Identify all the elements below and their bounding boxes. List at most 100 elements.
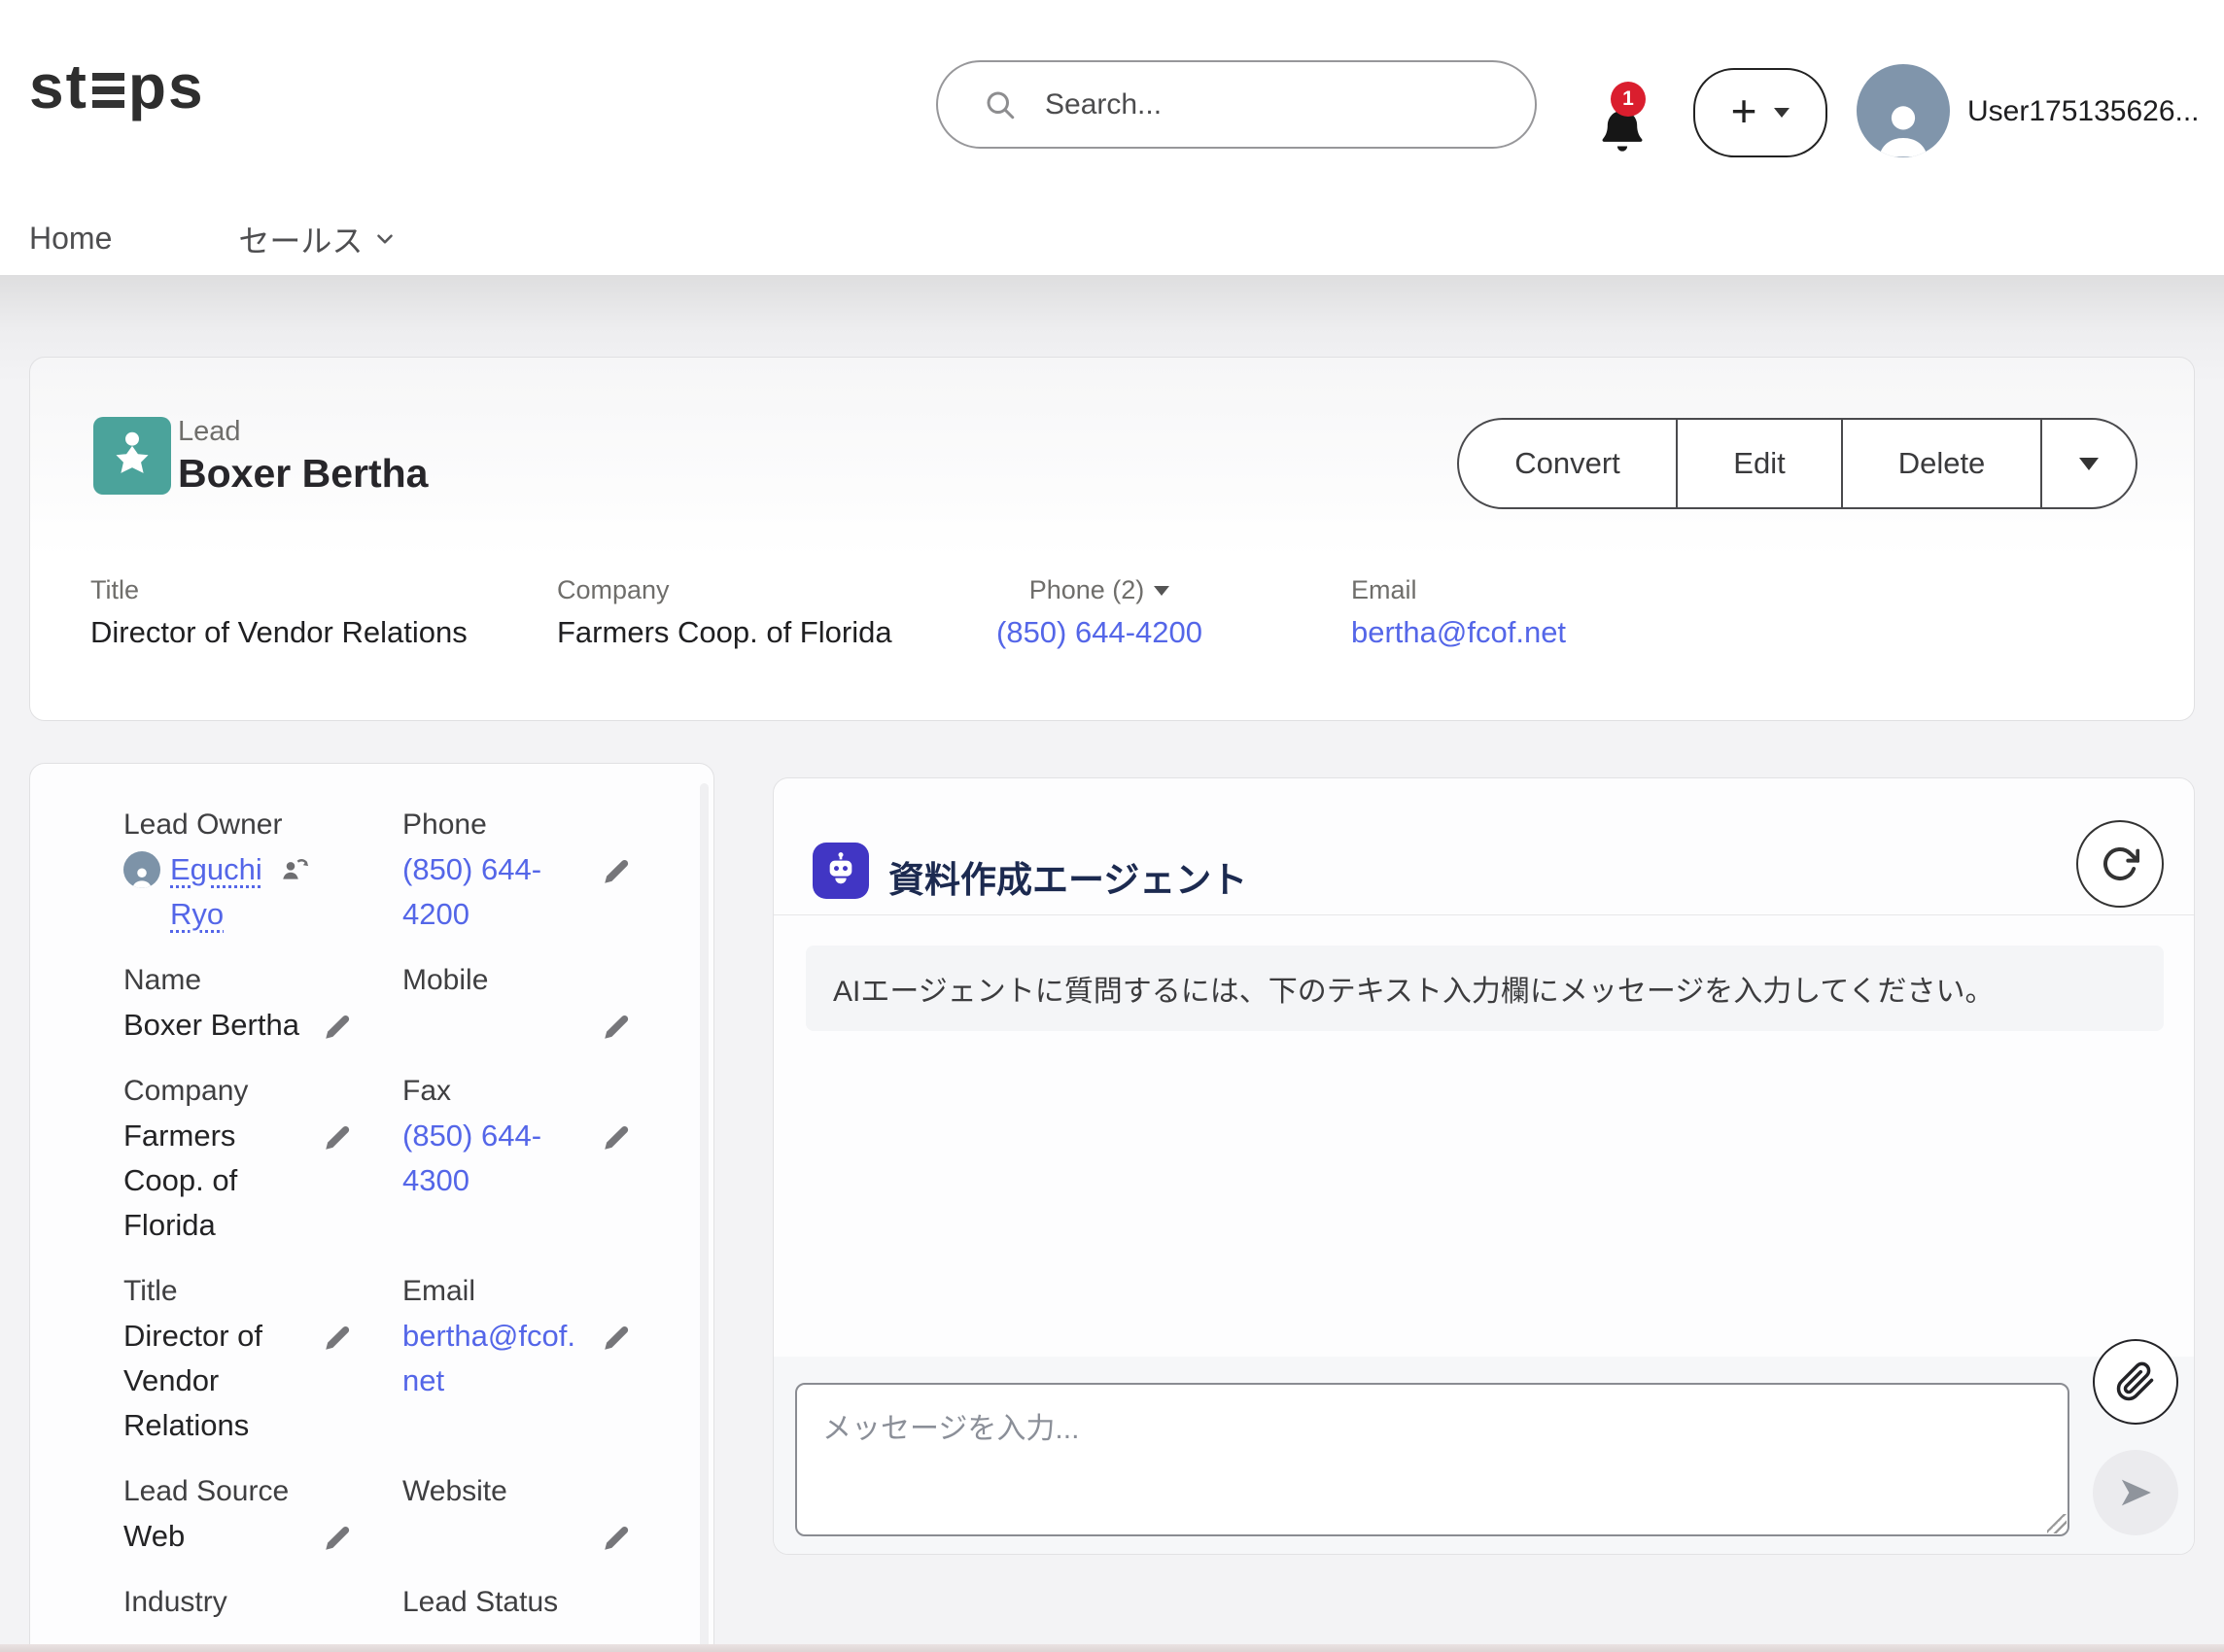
- field-label: Title: [90, 575, 468, 605]
- edit-lead-source-button[interactable]: [323, 1524, 352, 1556]
- field-value: Farmers Coop. of Florida: [557, 615, 892, 650]
- detail-field-company: CompanyFarmers Coop. of Florida: [123, 1075, 402, 1275]
- pencil-icon: [602, 857, 631, 886]
- field-label: Email: [402, 1275, 589, 1308]
- detail-field-mobile: Mobile: [402, 964, 681, 1075]
- phone-link[interactable]: (850) 644-4200: [402, 852, 541, 931]
- detail-field-lead-source: Lead SourceWeb: [123, 1475, 402, 1586]
- chevron-down-icon: [1774, 108, 1790, 118]
- record-actions: Convert Edit Delete: [1457, 418, 2137, 509]
- details-scrollbar[interactable]: [700, 783, 709, 1652]
- caret-down-icon: [1154, 586, 1169, 596]
- lead-owner-link[interactable]: Eguchi Ryo: [170, 847, 269, 937]
- person-icon: [129, 865, 155, 888]
- person-icon: [1871, 97, 1935, 157]
- header-field-company: Company Farmers Coop. of Florida: [557, 575, 892, 650]
- edit-company-button[interactable]: [323, 1123, 352, 1155]
- convert-button[interactable]: Convert: [1457, 418, 1678, 509]
- details-fields: Lead OwnerEguchi RyoPhone(850) 644-4200N…: [123, 809, 681, 1652]
- phone-link[interactable]: (850) 644-4200: [996, 615, 1202, 649]
- field-label: Title: [123, 1275, 310, 1308]
- edit-phone-button[interactable]: [602, 857, 631, 889]
- edit-fax-button[interactable]: [602, 1123, 631, 1155]
- detail-field-email: Email bertha@fcof.net: [402, 1275, 681, 1475]
- top-bar: stps 1 + User175135626... Home セールス: [0, 0, 2224, 275]
- detail-field-lead-status: Lead Status: [402, 1586, 681, 1652]
- notification-badge: 1: [1611, 82, 1646, 117]
- lead-details-card: Lead OwnerEguchi RyoPhone(850) 644-4200N…: [29, 763, 714, 1652]
- email-link[interactable]: bertha@fcof.net: [1351, 615, 1566, 649]
- edit-website-button[interactable]: [602, 1524, 631, 1556]
- field-label[interactable]: Phone (2): [958, 575, 1240, 605]
- lead-record-icon: [93, 417, 171, 495]
- delete-button[interactable]: Delete: [1843, 418, 2042, 509]
- logo-text-left: st: [29, 52, 88, 121]
- divider: [774, 914, 2194, 915]
- field-label: Phone: [402, 809, 589, 842]
- agent-panel-title: 資料作成エージェント: [888, 850, 1247, 903]
- app-logo[interactable]: stps: [29, 51, 205, 122]
- search-icon: [983, 87, 1018, 122]
- edit-name-button[interactable]: [323, 1013, 352, 1045]
- nav-item-sales[interactable]: セールス: [238, 217, 398, 261]
- more-actions-button[interactable]: [2042, 418, 2137, 509]
- field-value: Director of Vendor Relations: [123, 1314, 310, 1448]
- field-label: Lead Owner: [123, 809, 310, 842]
- send-message-button[interactable]: [2093, 1450, 2178, 1535]
- nav-item-home[interactable]: Home: [29, 221, 112, 257]
- refresh-icon: [2101, 844, 2139, 883]
- fax-link[interactable]: (850) 644-4300: [402, 1119, 541, 1197]
- change-owner-button[interactable]: [279, 853, 310, 887]
- field-label: Company: [557, 575, 892, 605]
- detail-field-name: Name Boxer Bertha: [123, 964, 402, 1075]
- paperclip-icon: [2115, 1361, 2156, 1402]
- field-value: Director of Vendor Relations: [90, 615, 468, 650]
- lead-highlights-card: Lead Boxer Bertha Convert Edit Delete Ti…: [29, 357, 2195, 721]
- edit-mobile-button[interactable]: [602, 1013, 631, 1045]
- pencil-icon: [602, 1524, 631, 1553]
- agent-intro-message: AIエージェントに質問するには、下のテキスト入力欄にメッセージを入力してください…: [806, 946, 2164, 1031]
- message-input[interactable]: [795, 1383, 2069, 1536]
- pencil-icon: [602, 1123, 631, 1153]
- pencil-icon: [602, 1013, 631, 1042]
- owner-avatar: [123, 851, 160, 888]
- pencil-icon: [323, 1123, 352, 1153]
- field-label: Industry: [123, 1586, 310, 1619]
- detail-field-website: Website: [402, 1475, 681, 1586]
- field-label: Fax: [402, 1075, 589, 1108]
- header-field-title: Title Director of Vendor Relations: [90, 575, 468, 650]
- agent-composer: [774, 1357, 2194, 1555]
- detail-field-phone: Phone (850) 644-4200: [402, 809, 681, 964]
- header-field-phone: Phone (2) (850) 644-4200: [958, 575, 1240, 650]
- user-name-label[interactable]: User175135626...: [1967, 95, 2200, 128]
- email-link[interactable]: bertha@fcof.net: [402, 1319, 575, 1397]
- logo-text-right: ps: [128, 52, 205, 121]
- field-label: Name: [123, 964, 310, 997]
- detail-field-lead-owner: Lead Owner Eguchi Ryo: [123, 809, 402, 964]
- field-value: Boxer Bertha: [123, 1003, 310, 1048]
- agent-refresh-button[interactable]: [2076, 820, 2164, 908]
- plus-icon: +: [1731, 88, 1757, 133]
- field-value: Farmers Coop. of Florida: [123, 1114, 310, 1248]
- user-avatar[interactable]: [1857, 64, 1950, 157]
- page-title: Boxer Bertha: [178, 451, 428, 497]
- attach-file-button[interactable]: [2093, 1339, 2178, 1425]
- pencil-icon: [323, 1013, 352, 1042]
- agent-robot-icon: [813, 843, 869, 899]
- edit-button[interactable]: Edit: [1678, 418, 1843, 509]
- global-new-button[interactable]: +: [1693, 68, 1827, 157]
- lead-owner-value: Eguchi Ryo: [123, 847, 310, 937]
- chevron-down-icon: [372, 226, 398, 252]
- edit-email-button[interactable]: [602, 1324, 631, 1356]
- detail-field-fax: Fax (850) 644-4300: [402, 1075, 681, 1275]
- app-root: stps 1 + User175135626... Home セールス: [0, 0, 2224, 1652]
- pencil-icon: [323, 1524, 352, 1553]
- edit-title-button[interactable]: [323, 1324, 352, 1356]
- header-field-email: Email bertha@fcof.net: [1351, 575, 1566, 650]
- viewport-bottom-strip: [0, 1644, 2224, 1652]
- search-input[interactable]: [1045, 88, 1473, 121]
- change-owner-icon: [279, 853, 310, 884]
- resize-handle[interactable]: [2047, 1514, 2067, 1533]
- field-label: Mobile: [402, 964, 589, 997]
- primary-nav: Home セールス: [0, 202, 398, 275]
